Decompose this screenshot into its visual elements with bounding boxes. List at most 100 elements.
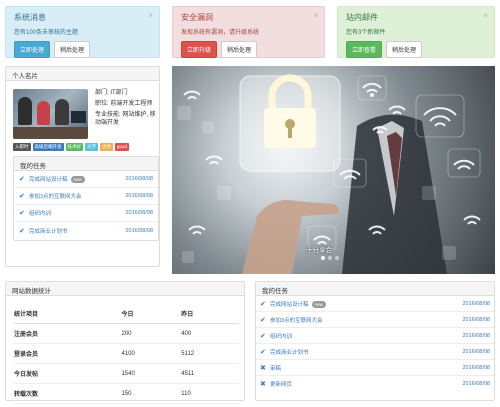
task-date: 2016/08/08 xyxy=(462,348,490,355)
column-header: 昨日 xyxy=(181,304,239,324)
row-label: 注册会员 xyxy=(14,323,122,344)
check-icon: ✔ xyxy=(260,316,266,324)
check-icon: ✔ xyxy=(260,300,266,308)
skills: 专业技能: 网站维护, 移动端开发 xyxy=(95,112,156,126)
task-item[interactable]: ✔ 完成商业计划书 2016/08/08 xyxy=(256,344,494,360)
handle-now-button[interactable]: 立即处理 xyxy=(14,41,51,58)
stats-table: 统计项目 今日 昨日 注册会员 200 400 登录会员 4100 5112 今… xyxy=(14,304,239,404)
tag: 优秀 xyxy=(100,143,113,151)
task-item[interactable]: ✔ 完成网站设计稿 new 2016/08/08 xyxy=(256,296,494,312)
mail-alert: 站内邮件 × 您有3个新邮件 立即查看 稍后处理 xyxy=(337,6,495,58)
panel-title: 我的任务 xyxy=(256,282,494,296)
cross-icon: ✖ xyxy=(260,364,266,372)
today-value: 200 xyxy=(121,323,182,344)
carousel-caption: 十分享会 xyxy=(306,247,332,254)
task-text: 参加3点的互联网大会 xyxy=(29,194,82,200)
tag: good xyxy=(115,143,130,151)
task-text: 完成网站设计稿 xyxy=(29,177,68,183)
task-item[interactable]: ✔ 参加3点的互联网大会 2016/08/08 xyxy=(14,188,158,205)
task-item[interactable]: ✔ 完成网站设计稿 new 2016/08/08 xyxy=(14,171,158,188)
task-text: 完成商业计划书 xyxy=(270,349,309,356)
close-icon[interactable]: × xyxy=(483,11,488,20)
tag-list: 入职时 高级后端开发 技术好 大学 优秀 good xyxy=(13,143,130,151)
carousel-dot[interactable] xyxy=(321,256,325,260)
row-label: 转载次数 xyxy=(14,383,122,404)
tag: 高级后端开发 xyxy=(32,143,64,151)
hero-carousel[interactable]: 十分享会 xyxy=(172,66,495,274)
job-title: 职位: 前端开发工程师 xyxy=(95,101,153,107)
today-value: 4100 xyxy=(121,343,182,364)
task-item[interactable]: ✔ 组织内训 2016/08/08 xyxy=(256,328,494,344)
department: 部门: IT部门 xyxy=(95,90,128,96)
row-label: 今日发帖 xyxy=(14,363,122,384)
task-text: 完成网站设计稿 xyxy=(270,301,309,308)
task-text: 审稿 xyxy=(270,365,282,372)
row-label: 登录会员 xyxy=(14,343,122,364)
table-row: 转载次数 150 110 xyxy=(14,383,239,404)
close-icon[interactable]: × xyxy=(313,11,318,20)
panel-title: 个人名片 xyxy=(6,67,159,81)
task-item[interactable]: ✔ 组织内训 2016/08/08 xyxy=(14,205,158,222)
alert-title: 站内邮件 xyxy=(346,13,378,22)
handle-later-button[interactable]: 稍后处理 xyxy=(221,41,258,58)
alert-text: 发现系统有漏洞，请升级系统 xyxy=(181,30,260,36)
alert-text: 您有3个新邮件 xyxy=(346,30,386,36)
today-value: 1540 xyxy=(121,363,182,384)
check-icon: ✔ xyxy=(19,227,25,235)
task-date: 2016/08/08 xyxy=(462,332,490,339)
task-date: 2016/08/08 xyxy=(462,316,490,323)
view-now-button[interactable]: 立即查看 xyxy=(346,41,383,58)
tag: 入职时 xyxy=(13,143,31,151)
alert-text: 您有100条未审核的主题 xyxy=(14,30,79,36)
security-alert: 安全漏洞 × 发现系统有漏洞，请升级系统 立即升级 稍后处理 xyxy=(172,6,325,58)
table-row: 登录会员 4100 5112 xyxy=(14,343,239,364)
handle-later-button[interactable]: 稍后处理 xyxy=(54,41,91,58)
task-item[interactable]: ✔ 参加3点的互联网大会 2016/08/08 xyxy=(256,312,494,328)
task-item[interactable]: ✖ 更新网页 2016/08/08 xyxy=(256,376,494,392)
today-value: 150 xyxy=(121,383,182,404)
task-text: 组织内训 xyxy=(270,333,293,340)
task-text: 更新网页 xyxy=(270,382,293,388)
task-date: 2016/08/08 xyxy=(125,193,153,199)
cross-icon: ✖ xyxy=(260,381,266,388)
task-date: 2016/08/08 xyxy=(462,381,490,387)
check-icon: ✔ xyxy=(260,348,266,356)
check-icon: ✔ xyxy=(19,210,25,217)
panel-title: 网站数据统计 xyxy=(6,282,244,296)
task-date: 2016/08/08 xyxy=(462,364,490,371)
alert-title: 安全漏洞 xyxy=(181,13,213,22)
team-photo xyxy=(13,89,88,139)
new-badge: new xyxy=(311,300,326,308)
new-badge: new xyxy=(70,176,85,183)
task-text: 完成商业计划书 xyxy=(29,228,68,235)
yesterday-value: 400 xyxy=(181,323,239,344)
task-date: 2016/08/08 xyxy=(125,227,153,234)
table-row: 今日发帖 1540 4511 xyxy=(14,363,239,384)
carousel-dot[interactable] xyxy=(328,256,332,260)
yesterday-value: 5112 xyxy=(181,343,239,364)
check-icon: ✔ xyxy=(260,332,266,340)
site-stats-panel: 网站数据统计 统计项目 今日 昨日 注册会员 200 400 登录会员 4100… xyxy=(5,281,245,404)
upgrade-now-button[interactable]: 立即升级 xyxy=(181,41,218,58)
handle-later-button[interactable]: 稍后处理 xyxy=(386,41,423,58)
security-illustration xyxy=(177,74,481,274)
column-header: 统计项目 xyxy=(14,304,122,324)
table-row: 注册会员 200 400 xyxy=(14,323,239,344)
my-tasks-list-panel: 我的任务 ✔ 完成网站设计稿 new 2016/08/08 ✔ 参加3点的互联网大… xyxy=(255,281,495,401)
profile-card: 个人名片 部门: IT部门 职位: 前端开发工程师 专业技能: 网站维护, 移动… xyxy=(5,66,160,267)
task-date: 2016/08/08 xyxy=(462,300,490,307)
task-item[interactable]: ✔ 完成商业计划书 2016/08/08 xyxy=(14,222,158,239)
carousel-dot[interactable] xyxy=(335,256,339,260)
panel-title: 我的任务 xyxy=(14,157,158,171)
task-date: 2016/08/08 xyxy=(125,176,153,182)
task-item[interactable]: ✖ 审稿 2016/08/08 xyxy=(256,360,494,376)
close-icon[interactable]: × xyxy=(148,11,153,20)
alert-title: 系统消息 xyxy=(14,13,46,22)
tag: 技术好 xyxy=(65,143,83,151)
column-header: 今日 xyxy=(121,304,182,324)
system-message-alert: 系统消息 × 您有100条未审核的主题 立即处理 稍后处理 xyxy=(5,6,160,58)
task-text: 组织内训 xyxy=(29,211,52,217)
task-text: 参加3点的互联网大会 xyxy=(270,317,323,324)
yesterday-value: 110 xyxy=(181,383,239,404)
check-icon: ✔ xyxy=(19,193,25,200)
